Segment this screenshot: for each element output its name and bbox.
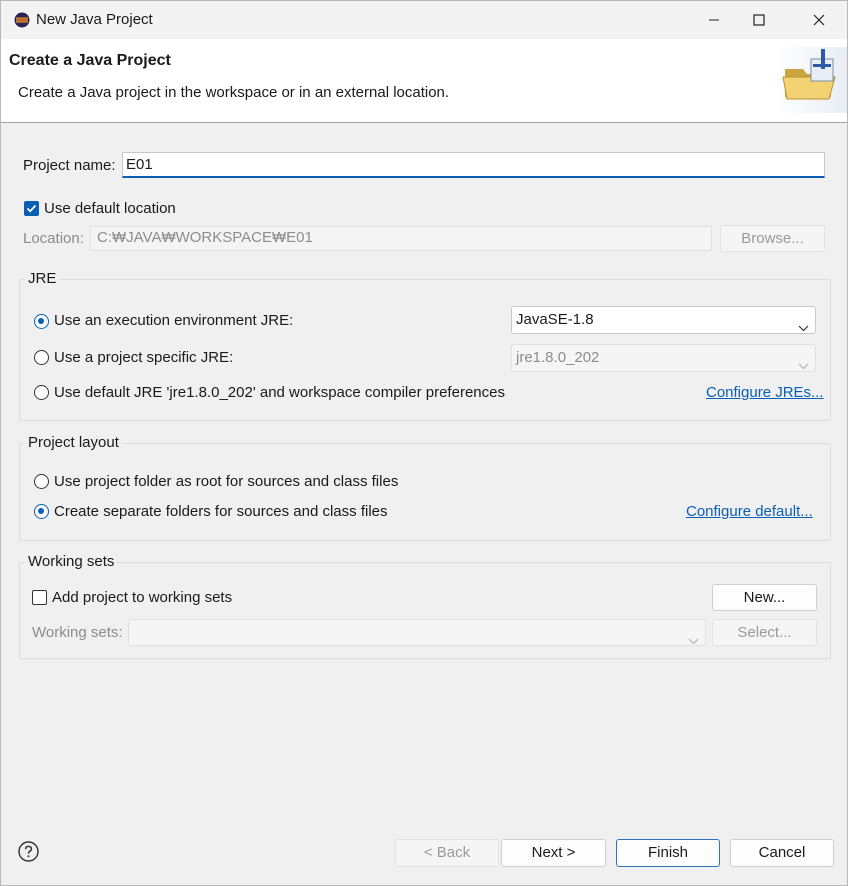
jre-project-specific-radio[interactable]: [34, 350, 49, 365]
execution-env-value: JavaSE-1.8: [516, 311, 594, 328]
layout-separate-radio[interactable]: [34, 504, 49, 519]
help-icon[interactable]: [18, 841, 39, 862]
chevron-down-icon: [798, 353, 809, 379]
working-sets-label: Working sets:: [32, 624, 123, 641]
title-bar: New Java Project: [1, 1, 847, 39]
jre-group-title: JRE: [25, 270, 60, 287]
location-label: Location:: [23, 230, 84, 247]
finish-button[interactable]: Finish: [616, 839, 720, 867]
configure-jres-link[interactable]: Configure JREs...: [706, 384, 824, 401]
maximize-button[interactable]: [736, 1, 782, 39]
project-specific-jre-value: jre1.8.0_202: [516, 349, 600, 366]
back-button[interactable]: < Back: [395, 839, 499, 867]
layout-root-label: Use project folder as root for sources a…: [54, 473, 399, 490]
working-sets-select[interactable]: [128, 619, 706, 646]
checkmark-icon: [26, 204, 37, 213]
location-input[interactable]: C:₩JAVA₩WORKSPACE₩E01: [90, 226, 712, 251]
select-working-sets-button[interactable]: Select...: [712, 619, 817, 646]
chevron-down-icon: [688, 628, 699, 654]
java-project-folder-icon: [773, 47, 847, 113]
new-working-set-button[interactable]: New...: [712, 584, 817, 611]
eclipse-icon: [14, 12, 30, 28]
project-name-label: Project name:: [23, 157, 116, 174]
minimize-icon: [708, 14, 720, 26]
new-java-project-dialog: New Java Project Create a Java Project C…: [0, 0, 848, 886]
window-title: New Java Project: [36, 11, 153, 28]
cancel-button[interactable]: Cancel: [730, 839, 834, 867]
project-layout-group-title: Project layout: [25, 434, 122, 451]
browse-button[interactable]: Browse...: [720, 225, 825, 252]
maximize-icon: [753, 14, 765, 26]
configure-default-link[interactable]: Configure default...: [686, 503, 813, 520]
layout-separate-label: Create separate folders for sources and …: [54, 503, 388, 520]
jre-execution-env-label: Use an execution environment JRE:: [54, 312, 294, 329]
close-button[interactable]: [796, 1, 842, 39]
project-specific-jre-select[interactable]: jre1.8.0_202: [511, 344, 816, 372]
chevron-down-icon: [798, 315, 809, 341]
jre-default-label: Use default JRE 'jre1.8.0_202' and works…: [54, 384, 505, 401]
execution-env-select[interactable]: JavaSE-1.8: [511, 306, 816, 334]
add-to-working-sets-label: Add project to working sets: [52, 589, 233, 606]
jre-default-radio[interactable]: [34, 385, 49, 400]
close-icon: [813, 14, 825, 26]
jre-project-specific-label: Use a project specific JRE:: [54, 349, 234, 366]
layout-root-radio[interactable]: [34, 474, 49, 489]
banner-title: Create a Java Project: [9, 52, 171, 69]
minimize-button[interactable]: [691, 1, 737, 39]
project-name-value: E01: [126, 156, 153, 173]
add-to-working-sets-checkbox[interactable]: [32, 590, 47, 605]
project-layout-group: [19, 443, 831, 541]
working-sets-group-title: Working sets: [25, 553, 118, 570]
use-default-location-checkbox[interactable]: [24, 201, 39, 216]
banner-description: Create a Java project in the workspace o…: [18, 84, 450, 101]
wizard-banner: Create a Java Project Create a Java proj…: [1, 39, 847, 123]
use-default-location-label: Use default location: [44, 200, 176, 217]
jre-execution-env-radio[interactable]: [34, 314, 49, 329]
project-name-input[interactable]: E01: [122, 152, 825, 178]
next-button[interactable]: Next >: [501, 839, 606, 867]
